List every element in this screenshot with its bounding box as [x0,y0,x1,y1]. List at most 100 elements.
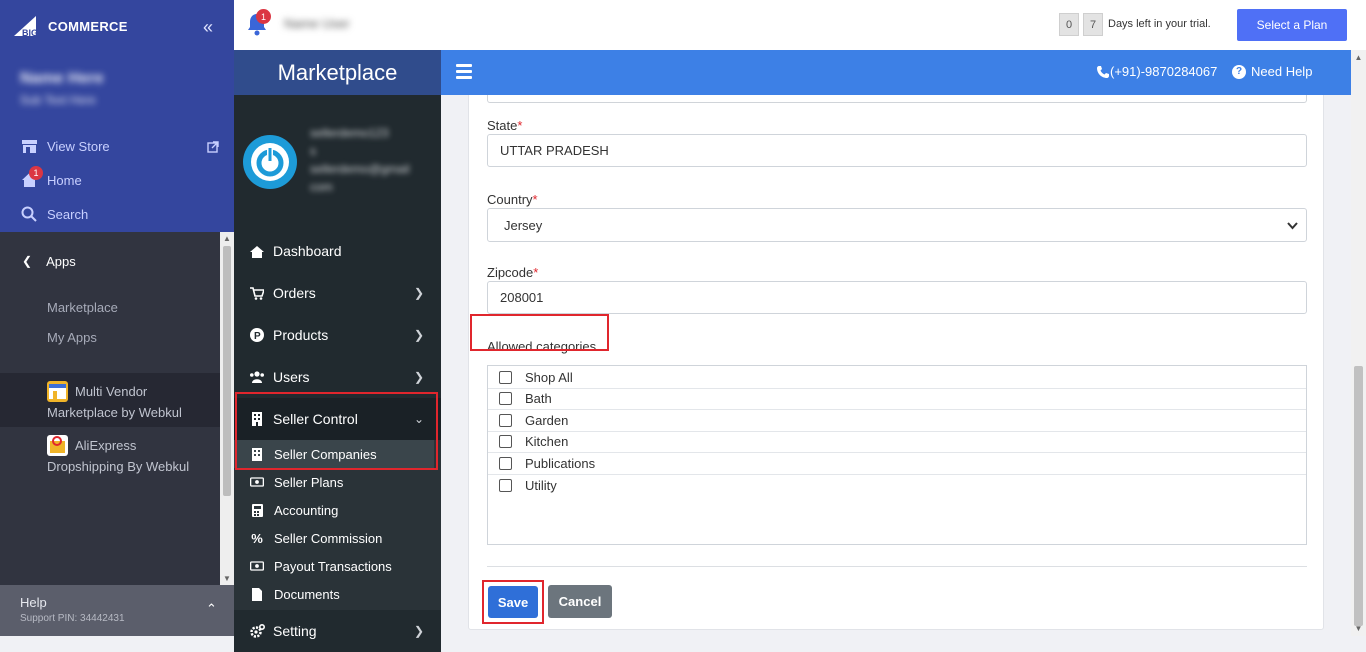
scroll-down-arrow-icon[interactable]: ▼ [220,574,234,583]
category-row-garden[interactable]: Garden [488,410,1306,432]
cancel-button[interactable]: Cancel [548,585,612,618]
zipcode-input[interactable]: 208001 [487,281,1307,314]
category-label: Garden [525,412,569,428]
app-multi-vendor[interactable]: Multi Vendor Marketplace by Webkul [0,373,220,427]
submenu-payout-transactions[interactable]: Payout Transactions [234,552,434,580]
chevron-right-icon: ❯ [414,286,425,300]
top-bar: 1 Name User 0 7 Days left in your trial.… [234,0,1366,50]
nav-label: Search [47,206,89,222]
collapse-sidebar-icon[interactable]: « [203,18,213,36]
help-title: Help [20,595,47,610]
nav-home[interactable]: 1 Home [20,166,82,189]
menu-dashboard[interactable]: Dashboard [234,230,441,272]
submenu-label: Seller Commission [274,530,383,546]
nav-view-store[interactable]: View Store [20,137,110,155]
category-row-kitchen[interactable]: Kitchen [488,432,1306,453]
trial-text: Days left in your trial. [1108,18,1211,30]
building-icon [250,447,264,461]
document-icon [250,587,264,601]
app-aliexpress[interactable]: AliExpress Dropshipping By Webkul [0,427,220,481]
country-select[interactable]: Jersey [487,208,1307,242]
submenu-seller-plans[interactable]: Seller Plans [234,468,434,496]
apps-label: Apps [46,253,76,269]
hamburger-menu-icon[interactable] [456,64,472,82]
page-scrollbar[interactable]: ▲ ▼ [1351,50,1366,636]
submenu-accounting[interactable]: Accounting [234,496,434,524]
aliexpress-app-icon [47,435,68,456]
scrollbar-thumb[interactable] [223,246,231,496]
sub-item-my-apps[interactable]: My Apps [47,330,97,345]
marketplace-sidebar: Marketplace sellerdemo123 s sellerdemo@g… [234,50,441,652]
allowed-categories-list[interactable]: Shop All Bath Garden Kitchen Publication… [487,365,1307,545]
checkbox[interactable] [499,435,512,449]
app-name-line2: Marketplace by Webkul [47,405,182,420]
scroll-down-arrow-icon[interactable]: ▼ [1351,624,1366,633]
menu-label: Orders [273,285,316,301]
menu-label: Products [273,327,329,343]
scroll-up-arrow-icon[interactable]: ▲ [1351,53,1366,62]
category-label: Utility [525,477,557,493]
menu-label: Users [273,369,310,385]
submenu-documents[interactable]: Documents [234,580,434,608]
users-icon [249,371,265,383]
checkbox[interactable] [499,456,512,470]
apps-back-link[interactable]: ❮ Apps [0,240,220,282]
marketplace-brand[interactable]: Marketplace [234,50,441,95]
user-line: com [310,180,333,194]
zipcode-label-text: Zipcode [487,265,534,280]
menu-setting[interactable]: Setting ❯ [234,610,441,652]
help-panel[interactable]: Help Support PIN: 34442431 ⌃ [0,585,234,636]
category-row-publications[interactable]: Publications [488,453,1306,475]
submenu-seller-commission[interactable]: % Seller Commission [234,524,434,552]
need-help-label: Need Help [1251,64,1313,79]
user-line: s [310,144,316,158]
menu-users[interactable]: Users ❯ [234,356,441,398]
country-selected-value: Jersey [504,217,543,233]
select-plan-button[interactable]: Select a Plan [1237,9,1347,41]
checkbox[interactable] [499,370,512,384]
phone-contact[interactable]: (+91)-9870284067 [1096,64,1217,79]
menu-label: Setting [273,623,317,639]
checkbox[interactable] [499,478,512,492]
menu-products[interactable]: P Products ❯ [234,314,441,356]
need-help-link[interactable]: ? Need Help [1232,64,1312,79]
menu-seller-control[interactable]: Seller Control ⌄ [234,398,441,440]
chevron-right-icon: ❯ [414,370,425,384]
sub-item-marketplace[interactable]: Marketplace [47,300,118,315]
user-line: sellerdemo@gmail [310,162,410,176]
support-pin: Support PIN: 34442431 [20,613,125,624]
store-icon [20,137,38,155]
category-row-shop-all[interactable]: Shop All [488,367,1306,389]
bigcommerce-logo[interactable]: BIG COMMERCE [14,14,128,38]
notification-bell[interactable]: 1 [246,9,271,41]
menu-orders[interactable]: Orders ❯ [234,272,441,314]
sidebar-scrollbar[interactable]: ▲ ▼ [220,232,234,585]
money-icon [250,561,264,571]
save-button[interactable]: Save [488,586,538,618]
previous-field-input[interactable] [487,95,1307,103]
store-name: Name Here [20,70,104,87]
category-row-bath[interactable]: Bath [488,389,1306,410]
category-row-utility[interactable]: Utility [488,475,1306,497]
percent-icon: % [251,530,263,546]
app-name-line1: AliExpress [75,438,137,453]
calculator-icon [250,503,264,517]
external-link-icon[interactable] [207,140,219,158]
logo-big-text: BIG [22,28,38,38]
seller-company-form-card: State* UTTAR PRADESH Country* Jersey Zip… [468,95,1324,630]
scrollbar-thumb[interactable] [1354,366,1363,626]
chevron-up-icon[interactable]: ⌃ [206,601,217,617]
scroll-up-arrow-icon[interactable]: ▲ [220,234,234,243]
avatar[interactable] [243,135,297,189]
phone-icon [1097,65,1109,78]
submenu-seller-companies[interactable]: Seller Companies [234,440,434,468]
menu-label: Dashboard [273,243,342,259]
nav-label: Home [47,172,82,188]
checkbox[interactable] [499,392,512,406]
notification-badge: 1 [256,9,271,24]
checkbox[interactable] [499,413,512,427]
chevron-down-icon: ⌄ [414,412,425,426]
state-input[interactable]: UTTAR PRADESH [487,134,1307,167]
nav-search[interactable]: Search [20,205,88,223]
category-label: Kitchen [525,434,569,450]
